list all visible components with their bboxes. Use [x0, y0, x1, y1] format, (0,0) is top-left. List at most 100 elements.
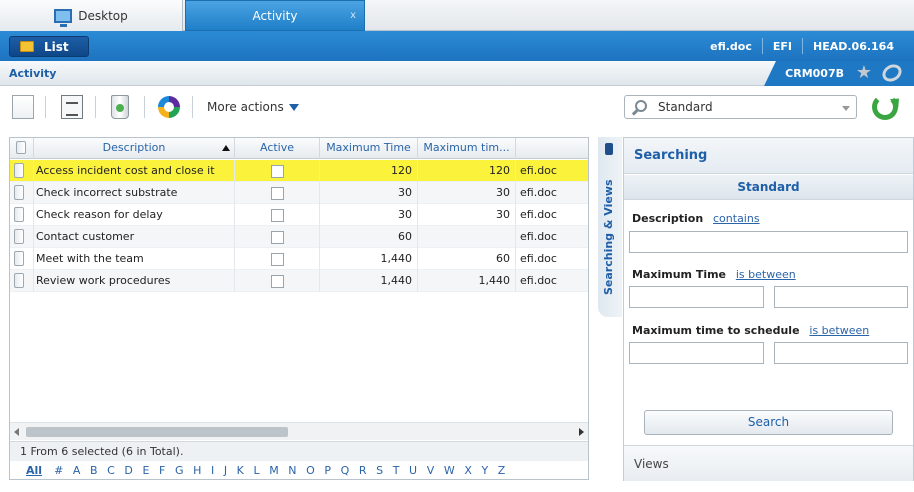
alpha-all[interactable]: All [26, 464, 42, 477]
maximum-time-cell: 120 [320, 160, 418, 182]
search-button[interactable]: Search [644, 410, 893, 435]
scrollbar-thumb[interactable] [26, 427, 288, 437]
maximum-time-from-field[interactable] [629, 286, 764, 308]
recycle-bin-icon[interactable] [111, 95, 129, 119]
clipboard-icon [14, 185, 24, 200]
chart-icon[interactable] [158, 96, 180, 118]
alpha-letter[interactable]: P [324, 464, 331, 477]
searching-views-label: Searching & Views [602, 179, 615, 295]
toolbar-separator [95, 96, 96, 118]
alpha-letter[interactable]: Q [341, 464, 350, 477]
active-checkbox[interactable] [271, 209, 284, 222]
maximum-time-operator-link[interactable]: is between [736, 268, 796, 281]
tab-desktop[interactable]: Desktop [0, 0, 183, 31]
alpha-letter[interactable]: E [143, 464, 150, 477]
alpha-letter[interactable]: R [359, 464, 367, 477]
maximum-time-schedule-from-field[interactable] [629, 342, 764, 364]
column-maximum-time[interactable]: Maximum Time [320, 138, 418, 159]
view-select-value: Standard [658, 100, 713, 114]
alpha-letter[interactable]: A [73, 464, 81, 477]
column-source[interactable] [516, 138, 588, 159]
row-icon-cell [10, 226, 34, 248]
pin-icon[interactable] [605, 143, 613, 155]
list-button[interactable]: List [9, 36, 89, 57]
clipboard-icon [16, 141, 26, 154]
source-cell: efi.doc [520, 186, 557, 199]
description-cell: Check incorrect substrate [34, 182, 235, 204]
horizontal-scrollbar[interactable] [10, 422, 588, 440]
alpha-letter[interactable]: # [54, 464, 63, 477]
column-active[interactable]: Active [235, 138, 320, 159]
alpha-letter[interactable]: N [288, 464, 296, 477]
alpha-letter[interactable]: H [193, 464, 201, 477]
active-checkbox[interactable] [271, 187, 284, 200]
maximum-time-schedule-operator-link[interactable]: is between [809, 324, 869, 337]
description-operator-link[interactable]: contains [713, 212, 760, 225]
column-maximum-time-schedule[interactable]: Maximum tim... [418, 138, 516, 159]
edit-document-icon[interactable] [61, 95, 83, 119]
description-field[interactable] [629, 231, 908, 253]
favorite-star-icon[interactable]: ★ [856, 64, 872, 82]
sort-ascending-icon [222, 145, 230, 151]
alpha-letter[interactable]: Y [481, 464, 488, 477]
alpha-letter[interactable]: F [159, 464, 165, 477]
alpha-letter[interactable]: Z [498, 464, 506, 477]
alpha-letter[interactable]: B [90, 464, 98, 477]
table-row[interactable]: Check incorrect substrate 30 30 efi.doc [10, 182, 588, 204]
alpha-letter[interactable]: S [376, 464, 383, 477]
alpha-letter[interactable]: W [444, 464, 455, 477]
alpha-letter[interactable]: K [237, 464, 244, 477]
table-row[interactable]: Review work procedures 1,440 1,440 efi.doc [10, 270, 588, 292]
view-select[interactable]: Standard [624, 95, 857, 119]
toolbar: More actions [0, 87, 610, 127]
maximum-time-schedule-to-field[interactable] [774, 342, 908, 364]
active-checkbox[interactable] [271, 165, 284, 178]
table-row[interactable]: Contact customer 60 efi.doc [10, 226, 588, 248]
tab-activity-label: Activity [252, 8, 298, 23]
tab-activity[interactable]: Activity x [185, 0, 365, 31]
alpha-letter[interactable]: V [427, 464, 435, 477]
active-checkbox[interactable] [271, 231, 284, 244]
active-cell [235, 248, 320, 270]
refresh-icon[interactable] [872, 94, 898, 120]
table-row[interactable]: Access incident cost and close it 120 120 e… [10, 160, 588, 182]
scroll-right-icon[interactable] [579, 428, 584, 436]
table-row[interactable]: Meet with the team 1,440 60 efi.doc [10, 248, 588, 270]
active-checkbox[interactable] [271, 275, 284, 288]
header-company: EFI [772, 39, 792, 53]
alpha-letter[interactable]: D [124, 464, 132, 477]
alpha-letter[interactable]: O [306, 464, 315, 477]
table-row[interactable]: Check reason for delay 30 30 efi.doc [10, 204, 588, 226]
scroll-left-icon[interactable] [14, 428, 19, 436]
chevron-down-icon [288, 103, 299, 111]
alpha-letter[interactable]: J [224, 464, 227, 477]
alpha-letter[interactable]: G [175, 464, 184, 477]
tab-desktop-label: Desktop [78, 8, 128, 23]
more-actions-button[interactable]: More actions [207, 100, 299, 114]
maximum-time-to-field[interactable] [774, 286, 908, 308]
new-document-icon[interactable] [12, 95, 34, 119]
searching-views-strip[interactable]: Searching & Views [598, 137, 622, 317]
maximum-time-cell: 1,440 [320, 248, 418, 270]
active-checkbox[interactable] [271, 253, 284, 266]
row-icon-cell [10, 160, 34, 182]
toolbar-separator [192, 96, 193, 118]
alpha-letter[interactable]: I [211, 464, 214, 477]
alpha-letter[interactable]: U [409, 464, 417, 477]
maximum-time-cell: 60 [320, 226, 418, 248]
active-cell [235, 270, 320, 292]
description-filter-label: Description contains [632, 212, 760, 225]
alpha-letter[interactable]: C [107, 464, 115, 477]
close-icon[interactable]: x [350, 10, 356, 21]
views-section[interactable]: Views [624, 445, 913, 481]
column-description[interactable]: Description [34, 138, 235, 159]
column-description-label: Description [102, 141, 166, 154]
maximum-time-schedule-cell: 60 [418, 248, 516, 270]
alpha-letter[interactable]: T [393, 464, 400, 477]
alpha-letter[interactable]: M [269, 464, 279, 477]
alpha-letter[interactable]: L [253, 464, 259, 477]
more-actions-label: More actions [207, 100, 284, 114]
breadcrumb-right: CRM007B ★ [764, 61, 914, 86]
attachment-icon[interactable] [879, 61, 905, 85]
alpha-letter[interactable]: X [464, 464, 472, 477]
